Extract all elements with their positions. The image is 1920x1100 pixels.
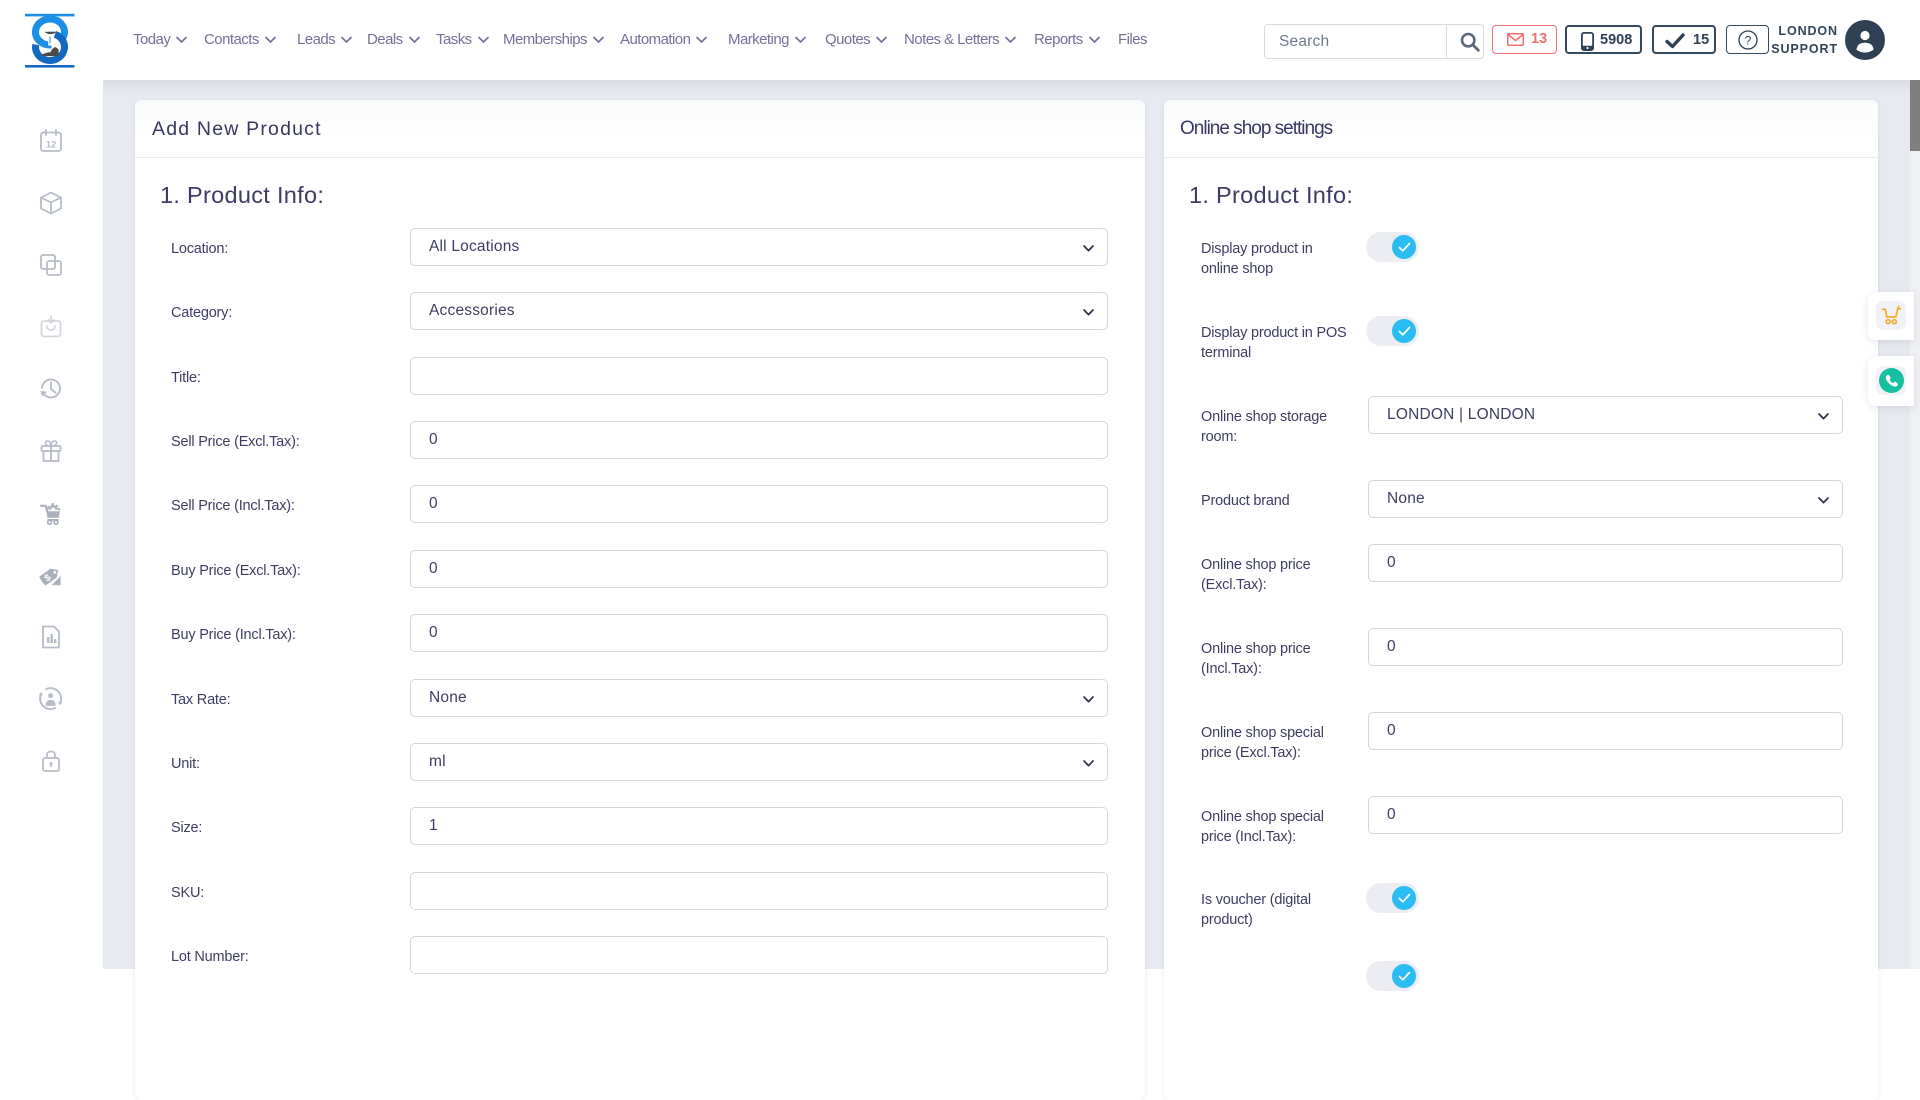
svg-text:12: 12 — [46, 140, 57, 151]
